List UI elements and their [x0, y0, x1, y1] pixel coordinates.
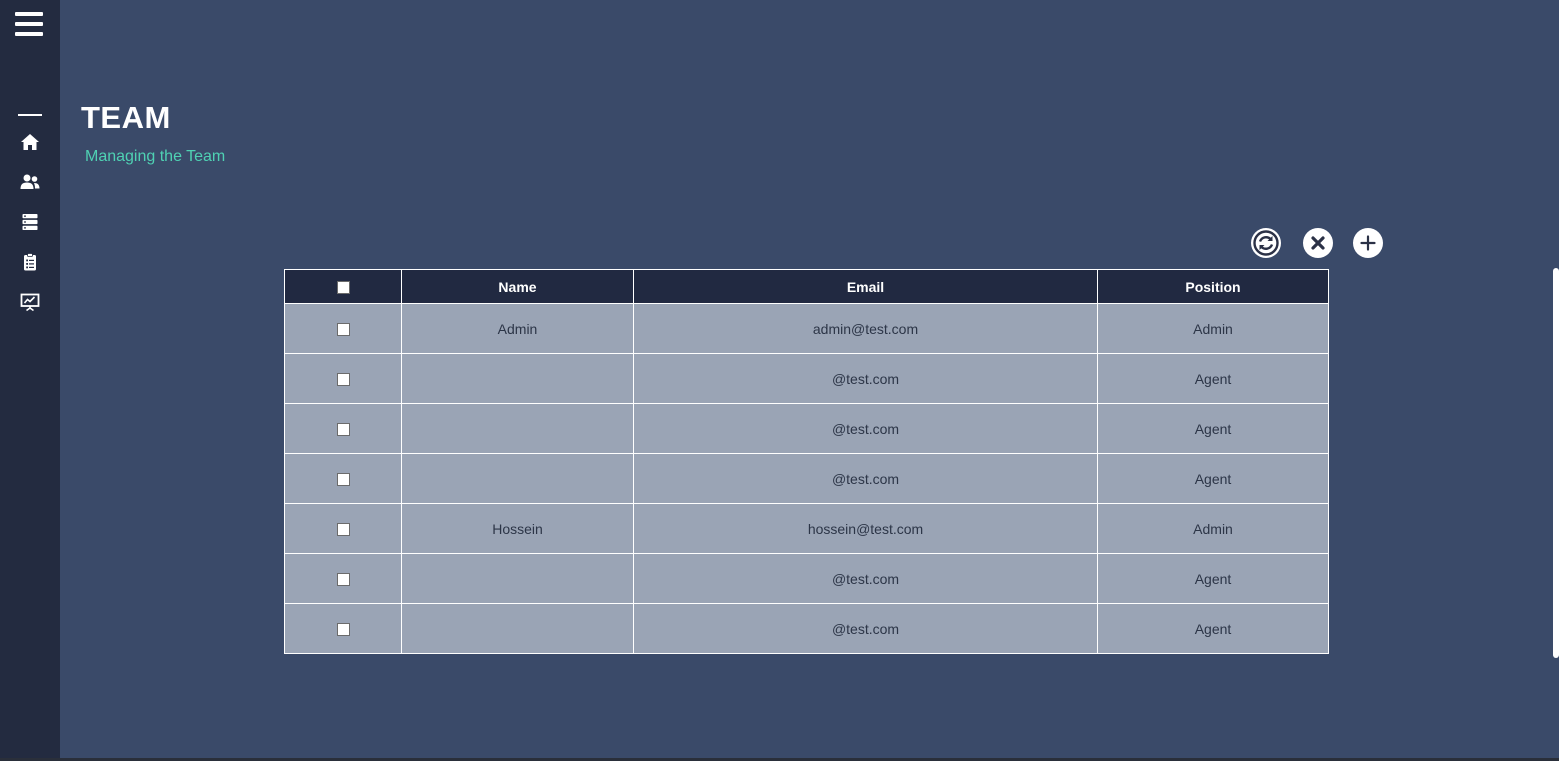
cell-email: admin@test.com: [633, 303, 1098, 354]
column-header-email[interactable]: Email: [633, 269, 1098, 304]
sidebar-divider: [18, 114, 42, 116]
cell-name: [401, 403, 634, 454]
scrollbar[interactable]: [1553, 268, 1559, 658]
refresh-icon: [1253, 230, 1279, 256]
clipboard-icon[interactable]: [19, 251, 41, 273]
cell-name: [401, 603, 634, 654]
cell-position: Admin: [1097, 303, 1329, 354]
page-subtitle: Managing the Team: [85, 148, 226, 165]
cell-email: @test.com: [633, 603, 1098, 654]
cell-position: Agent: [1097, 353, 1329, 404]
cell-position: Agent: [1097, 453, 1329, 504]
cell-name: [401, 453, 634, 504]
server-icon[interactable]: [19, 211, 41, 233]
row-select-cell: [284, 453, 402, 504]
column-header-position[interactable]: Position: [1097, 269, 1329, 304]
row-checkbox[interactable]: [336, 573, 350, 587]
row-select-cell: [284, 353, 402, 404]
table-row[interactable]: @test.com Agent: [284, 453, 1329, 504]
cell-name: [401, 353, 634, 404]
row-checkbox[interactable]: [336, 473, 350, 487]
table-row[interactable]: @test.com Agent: [284, 553, 1329, 604]
users-icon[interactable]: [19, 171, 41, 193]
cell-email: hossein@test.com: [633, 503, 1098, 554]
cell-name: [401, 553, 634, 604]
row-select-cell: [284, 303, 402, 354]
row-checkbox[interactable]: [336, 623, 350, 637]
presentation-icon[interactable]: [19, 291, 41, 313]
table-row[interactable]: @test.com Agent: [284, 403, 1329, 454]
row-select-cell: [284, 603, 402, 654]
row-select-cell: [284, 503, 402, 554]
close-icon: [1311, 236, 1325, 250]
table-row[interactable]: @test.com Agent: [284, 353, 1329, 404]
table-row[interactable]: Admin admin@test.com Admin: [284, 303, 1329, 354]
refresh-button[interactable]: [1251, 228, 1281, 258]
menu-icon[interactable]: [15, 12, 43, 38]
cell-email: @test.com: [633, 453, 1098, 504]
team-table: Name Email Position Admin admin@test.com A…: [284, 269, 1329, 654]
delete-button[interactable]: [1303, 228, 1333, 258]
table-row[interactable]: @test.com Agent: [284, 603, 1329, 654]
cell-email: @test.com: [633, 553, 1098, 604]
sidebar: [0, 0, 60, 761]
row-select-cell: [284, 553, 402, 604]
select-all-checkbox[interactable]: [336, 281, 350, 295]
row-select-cell: [284, 403, 402, 454]
cell-position: Admin: [1097, 503, 1329, 554]
row-checkbox[interactable]: [336, 523, 350, 537]
cell-name: Hossein: [401, 503, 634, 554]
table-header-row: Name Email Position: [284, 269, 1329, 304]
cell-position: Agent: [1097, 403, 1329, 454]
table-row[interactable]: Hossein hossein@test.com Admin: [284, 503, 1329, 554]
main-content: TEAM Managing the Team Name Email Positi…: [60, 0, 1559, 761]
add-button[interactable]: [1353, 228, 1383, 258]
cell-position: Agent: [1097, 553, 1329, 604]
home-icon[interactable]: [19, 131, 41, 153]
page-title: TEAM: [81, 100, 171, 135]
cell-name: Admin: [401, 303, 634, 354]
row-checkbox[interactable]: [336, 323, 350, 337]
plus-icon: [1360, 235, 1376, 251]
row-checkbox[interactable]: [336, 373, 350, 387]
column-header-name[interactable]: Name: [401, 269, 634, 304]
cell-position: Agent: [1097, 603, 1329, 654]
row-checkbox[interactable]: [336, 423, 350, 437]
cell-email: @test.com: [633, 353, 1098, 404]
select-all-header: [284, 269, 402, 304]
cell-email: @test.com: [633, 403, 1098, 454]
